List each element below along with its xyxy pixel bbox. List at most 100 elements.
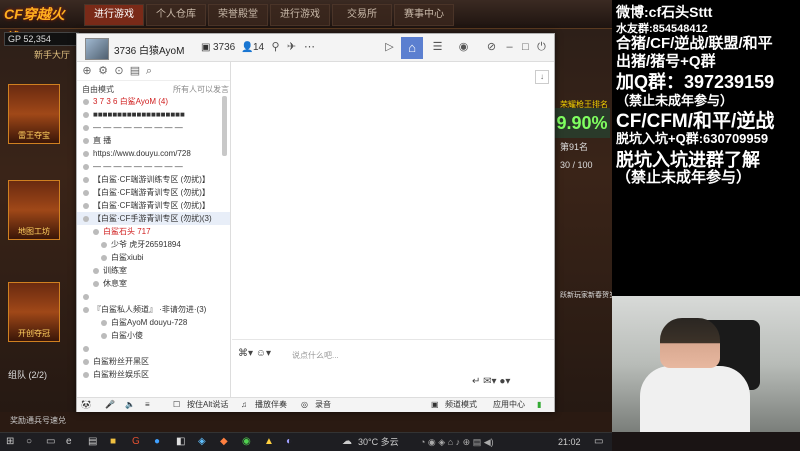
send-tools-icons[interactable]: ↵ ✉▾ ●▾ (472, 376, 510, 387)
channel-dot-icon (93, 267, 99, 274)
browser-icon[interactable]: e (66, 435, 72, 449)
app-icon-3[interactable]: ● (154, 435, 160, 449)
weather-text[interactable]: 30°C 多云 (358, 435, 399, 449)
pane-divider[interactable] (230, 62, 231, 397)
room-icon: ▣ (201, 42, 211, 53)
channel-row[interactable]: 白鲨粉丝开黑区 (77, 355, 230, 368)
screen-share-icon[interactable]: ▷ (383, 41, 396, 54)
scroll-down-button[interactable]: ↓ (535, 70, 549, 84)
power-icon[interactable]: ⏻ (535, 41, 548, 54)
left-card-3[interactable]: 开创夺冠 (8, 282, 60, 342)
more-icon[interactable]: ⋯ (303, 41, 316, 54)
app-icon-7[interactable]: ◉ (242, 435, 251, 449)
mode-selector[interactable]: 自由模式 (82, 84, 114, 95)
channel-row[interactable]: 【白鲨·CF端游青训专区 (勿扰)】 (77, 199, 230, 212)
app-icon-9[interactable]: ◐ (286, 435, 292, 449)
game-tab-warehouse[interactable]: 个人仓库 (146, 4, 206, 26)
search-taskbar-icon[interactable]: ○ (26, 435, 32, 449)
channel-row[interactable]: 白鲨AyoM douyu-728 (77, 316, 230, 329)
search-icon[interactable]: ⌕ (143, 65, 155, 77)
channel-row[interactable]: 白鲨小傻 (77, 329, 230, 342)
channel-row[interactable]: 直 播 (77, 134, 230, 147)
left-card-1[interactable]: 雷王夺宝 (8, 84, 60, 144)
start-icon[interactable]: ⊞ (6, 435, 14, 449)
channel-row[interactable] (77, 342, 230, 355)
plane-icon[interactable]: ✈ (285, 41, 298, 54)
channel-row[interactable]: 【白鲨·CF端游青训专区 (勿扰)】 (77, 186, 230, 199)
app-icon-4[interactable]: ◧ (176, 435, 185, 449)
equalizer-icon[interactable]: ≡ (145, 399, 150, 411)
folder-icon[interactable]: ▤ (88, 435, 97, 449)
message-input[interactable]: 说点什么吧... (292, 350, 339, 361)
channel-dot-icon (83, 176, 89, 183)
weather-icon[interactable]: ☁ (342, 435, 352, 449)
channel-row[interactable]: 白鲨石头 717 (77, 225, 230, 238)
panda-icon[interactable]: 🐼 (81, 399, 91, 411)
taskview-icon[interactable]: ▭ (46, 435, 55, 449)
app-icon-8[interactable]: ▲ (264, 435, 274, 449)
game-tab-events[interactable]: 赛事中心 (394, 4, 454, 26)
record-icon[interactable]: ◎ (301, 399, 308, 411)
game-tab-trade[interactable]: 交易所 (332, 4, 392, 26)
channel-row[interactable]: 3 7 3 6 白鲨AyoM (4) (77, 95, 230, 108)
tray-icons[interactable]: ◔ ◉ ◈ ⌂ ♪ ⊕ ▤ ◀) (420, 435, 494, 449)
overlay-line-1: 微博:cf石头Sttt (616, 4, 713, 20)
channel-mode-label[interactable]: 频道模式 (445, 399, 477, 411)
clock[interactable]: 21:02 (558, 435, 581, 449)
board-icon[interactable]: ▤ (129, 65, 141, 77)
app-icon-5[interactable]: ◈ (198, 435, 206, 449)
game-tab-play[interactable]: 进行游戏 (84, 4, 144, 26)
channel-row[interactable]: 训练室 (77, 264, 230, 277)
channel-row[interactable]: 白鲨xiubi (77, 251, 230, 264)
channel-row[interactable]: 【白鲨·CF端游训练专区 (勿扰)】 (77, 173, 230, 186)
hall-label: 新手大厅 (34, 50, 71, 60)
channel-dot-icon (101, 332, 107, 339)
channel-scrollbar[interactable] (222, 96, 227, 156)
app-center-label[interactable]: 应用中心 (493, 399, 525, 411)
channel-row[interactable]: ■■■■■■■■■■■■■■■■■■■ (77, 108, 230, 121)
avatar[interactable] (85, 38, 109, 60)
channel-row[interactable]: 『白鲨私人频道』 ·非请勿进·(3) (77, 303, 230, 316)
app-icon-1[interactable]: ■ (110, 435, 116, 449)
mic-icon[interactable]: 🎤 (105, 399, 115, 411)
location-icon[interactable]: ⚲ (269, 41, 282, 54)
channel-row[interactable]: — — — — — — — — — (77, 121, 230, 134)
music-label[interactable]: 播放伴奏 (255, 399, 287, 411)
user-count: 14 (253, 42, 265, 53)
game-tab-honor[interactable]: 荣誉殿堂 (208, 4, 268, 26)
record-label[interactable]: 录音 (315, 399, 331, 411)
channel-dot-icon (83, 189, 89, 196)
emoji-gamepad-icon[interactable]: ⌘▾ ☺▾ (238, 348, 271, 359)
channel-row[interactable]: 休息室 (77, 277, 230, 290)
notification-icon[interactable]: ▭ (594, 435, 603, 449)
channel-row[interactable]: 少爷 虎牙26591894 (77, 238, 230, 251)
maximize-icon[interactable]: □ (519, 41, 532, 54)
settings-icon[interactable]: ⚙ (97, 65, 109, 77)
left-card-2[interactable]: 地图工坊 (8, 180, 60, 240)
speaker-icon[interactable]: 🔈 (125, 399, 135, 411)
channel-row[interactable] (77, 290, 230, 303)
pin-icon[interactable]: ⊙ (113, 65, 125, 77)
channel-mode-icon[interactable]: ▣ (431, 399, 439, 411)
game-bottom-strip (0, 412, 612, 432)
channel-dot-icon (83, 345, 89, 352)
channel-dot-icon (83, 358, 89, 365)
channel-row[interactable]: 白鲨粉丝娱乐区 (77, 368, 230, 381)
channel-row[interactable]: — — — — — — — — — (77, 160, 230, 173)
add-user-icon[interactable]: ⊕ (81, 65, 93, 77)
gamepad-icon[interactable]: ◉ (457, 41, 470, 54)
ptt-checkbox[interactable]: ☐ (173, 399, 180, 411)
channel-row[interactable]: 【白鲨·CF手游青训专区 (勿扰)(3) (77, 212, 230, 225)
minimize-icon[interactable]: – (503, 41, 516, 54)
mute-icon[interactable]: ⊘ (485, 41, 498, 54)
list-icon[interactable]: ☰ (431, 41, 444, 54)
compose-area: ⌘▾ ☺▾ 说点什么吧... ↵ ✉▾ ●▾ (232, 339, 554, 398)
channel-row-label: 白鲨粉丝娱乐区 (93, 370, 149, 379)
app-icon-6[interactable]: ◆ (220, 435, 228, 449)
channel-row[interactable]: https://www.douyu.com/728 (77, 147, 230, 160)
home-icon[interactable]: ⌂ (401, 37, 423, 59)
music-icon[interactable]: ♫ (241, 399, 247, 411)
app-icon-2[interactable]: G (132, 435, 140, 449)
channel-row-label: 3 7 3 6 白鲨AyoM (4) (93, 97, 168, 106)
game-tab-play2[interactable]: 进行游戏 (270, 4, 330, 26)
